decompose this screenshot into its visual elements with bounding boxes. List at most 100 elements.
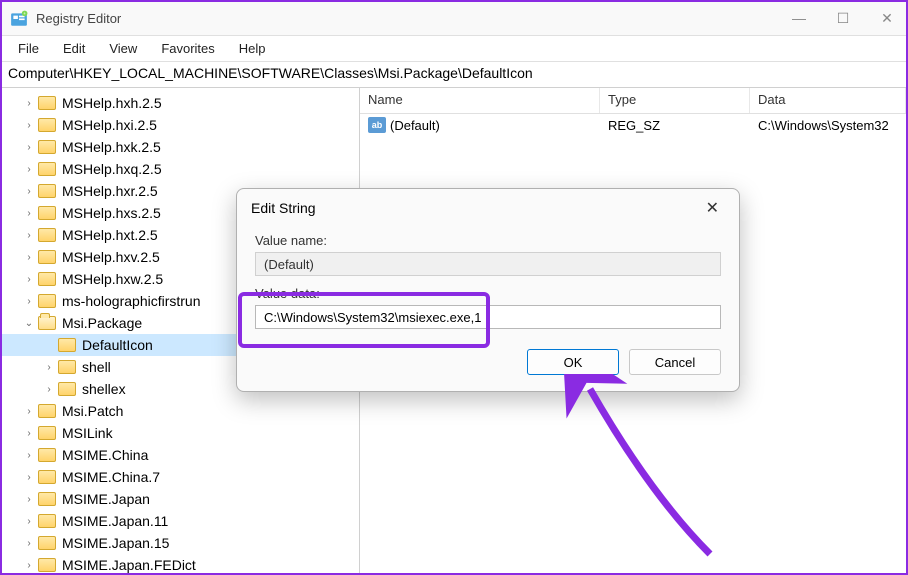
folder-icon (38, 536, 56, 550)
menubar: File Edit View Favorites Help (2, 36, 906, 62)
tree-label: MSHelp.hxv.2.5 (62, 249, 160, 265)
tree-label: MSHelp.hxq.2.5 (62, 161, 162, 177)
chevron-icon[interactable]: › (22, 230, 36, 241)
menu-favorites[interactable]: Favorites (151, 39, 224, 58)
tree-item-msimejapan15[interactable]: › MSIME.Japan.15 (2, 532, 359, 554)
tree-item-msipatch[interactable]: › Msi.Patch (2, 400, 359, 422)
cancel-button[interactable]: Cancel (629, 349, 721, 375)
menu-file[interactable]: File (8, 39, 49, 58)
tree-label: MSHelp.hxt.2.5 (62, 227, 158, 243)
maximize-button[interactable]: ☐ (832, 10, 854, 27)
chevron-icon[interactable]: › (22, 186, 36, 197)
list-header: Name Type Data (360, 88, 906, 114)
tree-item-msimejapan11[interactable]: › MSIME.Japan.11 (2, 510, 359, 532)
chevron-icon[interactable]: › (22, 296, 36, 307)
tree-label: shell (82, 359, 111, 375)
tree-item-msimejapanfedict[interactable]: › MSIME.Japan.FEDict (2, 554, 359, 573)
chevron-icon[interactable]: › (22, 274, 36, 285)
col-header-name[interactable]: Name (360, 88, 600, 113)
chevron-icon[interactable]: › (22, 560, 36, 571)
chevron-icon[interactable]: › (22, 164, 36, 175)
folder-icon (38, 272, 56, 286)
folder-icon (38, 404, 56, 418)
folder-icon (38, 426, 56, 440)
chevron-icon[interactable]: › (22, 516, 36, 527)
address-bar[interactable]: Computer\HKEY_LOCAL_MACHINE\SOFTWARE\Cla… (2, 62, 906, 88)
menu-help[interactable]: Help (229, 39, 276, 58)
folder-icon (58, 360, 76, 374)
folder-icon (38, 118, 56, 132)
tree-item-mshelphxi25[interactable]: › MSHelp.hxi.2.5 (2, 114, 359, 136)
folder-icon (38, 514, 56, 528)
folder-icon (38, 558, 56, 572)
col-header-type[interactable]: Type (600, 88, 750, 113)
tree-label: MSIME.China (62, 447, 148, 463)
chevron-icon[interactable]: › (22, 494, 36, 505)
tree-item-mshelphxh25[interactable]: › MSHelp.hxh.2.5 (2, 92, 359, 114)
chevron-icon[interactable]: › (22, 208, 36, 219)
dialog-close-button[interactable]: ✕ (700, 194, 725, 222)
tree-label: MSIME.Japan.11 (62, 513, 168, 529)
tree-item-msimechina[interactable]: › MSIME.China (2, 444, 359, 466)
value-data: C:\Windows\System32 (750, 118, 906, 133)
dialog-title: Edit String (251, 200, 700, 216)
col-header-data[interactable]: Data (750, 88, 906, 113)
tree-label: Msi.Package (62, 315, 142, 331)
value-data-input[interactable] (255, 305, 721, 329)
tree-item-mshelphxq25[interactable]: › MSHelp.hxq.2.5 (2, 158, 359, 180)
close-button[interactable]: ✕ (876, 10, 898, 27)
chevron-icon[interactable]: › (22, 450, 36, 461)
app-icon: + (10, 10, 28, 28)
tree-label: ms-holographicfirstrun (62, 293, 201, 309)
chevron-icon[interactable]: › (22, 142, 36, 153)
tree-label: MSILink (62, 425, 113, 441)
tree-label: shellex (82, 381, 126, 397)
folder-icon (58, 338, 76, 352)
folder-icon (38, 448, 56, 462)
chevron-icon[interactable]: › (22, 472, 36, 483)
value-data-label: Value data: (255, 286, 721, 301)
folder-icon (38, 250, 56, 264)
folder-icon (38, 184, 56, 198)
tree-item-msimechina7[interactable]: ›MSIME.China.7 (2, 466, 359, 488)
ok-button[interactable]: OK (527, 349, 619, 375)
tree-item-msimejapan[interactable]: ›MSIME.Japan (2, 488, 359, 510)
value-name-field: (Default) (255, 252, 721, 276)
tree-item-mshelphxk25[interactable]: › MSHelp.hxk.2.5 (2, 136, 359, 158)
edit-string-dialog: Edit String ✕ Value name: (Default) Valu… (236, 188, 740, 392)
list-row[interactable]: ab (Default) REG_SZ C:\Windows\System32 (360, 114, 906, 136)
chevron-icon[interactable]: › (22, 98, 36, 109)
tree-label: DefaultIcon (82, 337, 153, 353)
chevron-icon[interactable]: › (22, 428, 36, 439)
folder-icon (38, 492, 56, 506)
chevron-icon[interactable]: ⌄ (22, 318, 36, 329)
folder-icon (58, 382, 76, 396)
chevron-icon[interactable]: › (42, 362, 56, 373)
tree-label: MSHelp.hxs.2.5 (62, 205, 161, 221)
menu-edit[interactable]: Edit (53, 39, 95, 58)
tree-label: Msi.Patch (62, 403, 123, 419)
menu-view[interactable]: View (99, 39, 147, 58)
folder-icon (38, 206, 56, 220)
folder-icon (38, 294, 56, 308)
tree-label: MSHelp.hxk.2.5 (62, 139, 161, 155)
tree-label: MSHelp.hxw.2.5 (62, 271, 163, 287)
value-name-label: Value name: (255, 233, 721, 248)
chevron-icon[interactable]: › (22, 538, 36, 549)
chevron-icon[interactable]: › (22, 252, 36, 263)
folder-icon (38, 162, 56, 176)
minimize-button[interactable]: — (788, 10, 810, 27)
folder-icon (38, 228, 56, 242)
value-name: (Default) (390, 118, 440, 133)
chevron-icon[interactable]: › (42, 384, 56, 395)
string-value-icon: ab (368, 117, 386, 133)
tree-label: MSHelp.hxr.2.5 (62, 183, 158, 199)
tree-label: MSIME.Japan.FEDict (62, 557, 196, 573)
tree-label: MSHelp.hxh.2.5 (62, 95, 162, 111)
chevron-icon[interactable]: › (22, 406, 36, 417)
value-type: REG_SZ (600, 118, 750, 133)
tree-label: MSHelp.hxi.2.5 (62, 117, 157, 133)
tree-item-msilink[interactable]: › MSILink (2, 422, 359, 444)
chevron-icon[interactable]: › (22, 120, 36, 131)
tree-label: MSIME.Japan.15 (62, 535, 169, 551)
